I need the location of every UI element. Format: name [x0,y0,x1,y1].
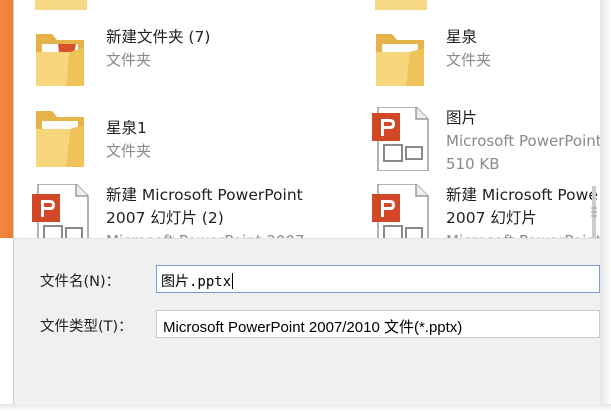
list-item[interactable] [32,0,292,20]
list-item[interactable]: 新建 Microsoft PowerPoint 2007 幻灯片 (2) Mic… [32,184,332,238]
file-name: 图片 [446,109,478,127]
powerpoint-file-icon [372,184,429,238]
window-edge-left [0,0,13,238]
list-item[interactable]: 星泉1 文件夹 [32,107,332,177]
filename-label: 文件名(N)： [40,274,121,290]
file-size: 510 KB [446,155,500,173]
text-caret [232,273,234,289]
dialog-shadow-right [600,0,611,411]
filetype-value: Microsoft PowerPoint 2007/2010 文件(*.pptx… [163,319,463,336]
file-type: Microsoft PowerPoint 2007 [106,230,305,238]
file-name: 新建 Microsoft Powe [446,186,598,204]
file-list: 新建文件夹 (7) 文件夹 星泉 文件夹 星泉1 文件夹 图片 Microsof… [14,0,600,238]
list-item[interactable]: 新建文件夹 (7) 文件夹 [32,26,332,96]
file-name: 新建文件夹 (7) [106,28,211,46]
file-name-line2: 2007 幻灯片 (2) [106,209,224,227]
save-options-panel: 文件名(N)： 图片.pptx 文件类型(T)： Microsoft Power… [14,238,600,405]
filetype-select[interactable]: Microsoft PowerPoint 2007/2010 文件(*.pptx… [156,310,600,338]
folder-icon [36,34,84,86]
list-item[interactable]: 图片 Microsoft PowerPoint 510 KB [372,107,600,177]
filename-input[interactable]: 图片.pptx [156,265,600,293]
filename-value: 图片.pptx [161,274,232,290]
file-name-line2: 2007 幻灯片 [446,209,537,227]
folder-icon [376,34,424,86]
folder-icon [375,0,427,10]
powerpoint-file-icon [32,184,89,238]
file-name: 新建 Microsoft PowerPoint [106,186,303,204]
file-name: 星泉 [446,28,478,46]
file-name: 星泉1 [106,119,147,137]
dialog-shadow-bottom [0,404,611,411]
scrollbar-thumb[interactable] [589,186,599,238]
list-item[interactable]: 新建 Microsoft Powe 2007 幻灯片 Microsoft Pow… [372,184,600,238]
powerpoint-file-icon [372,107,429,171]
file-type: 文件夹 [446,51,492,69]
file-type: Microsoft PowerPoint [446,132,600,150]
list-item[interactable]: 星泉 文件夹 [372,26,592,96]
filetype-label: 文件类型(T)： [40,319,133,335]
list-item[interactable] [372,0,592,20]
file-type: 文件夹 [106,142,152,160]
folder-icon [35,0,87,10]
file-type: 文件夹 [106,51,152,69]
file-type: Microsoft PowerPoint [446,230,600,238]
folder-icon [36,111,84,167]
